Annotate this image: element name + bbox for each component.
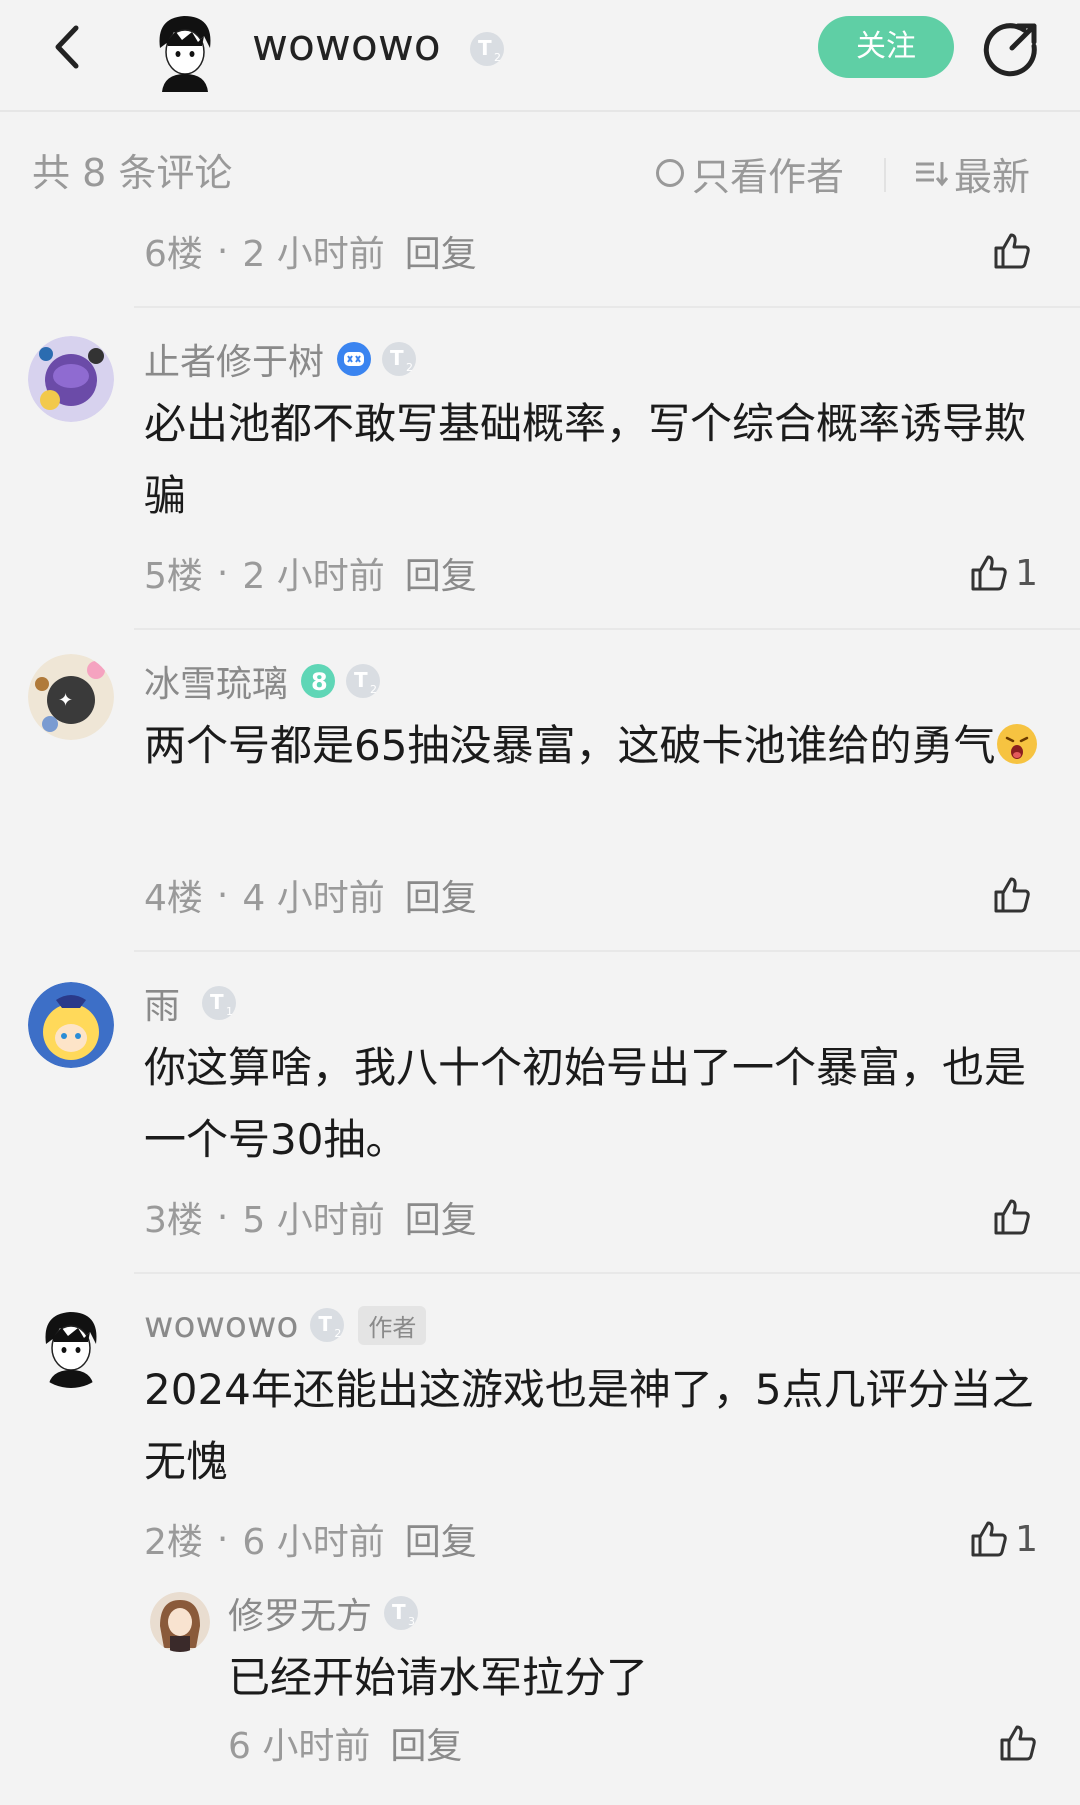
comment-meta: 5楼 · 2 小时前 回复	[144, 548, 477, 598]
comment-text: 必出池都不敢写基础概率，写个综合概率诱导欺骗	[144, 399, 1027, 520]
reply-button[interactable]: 回复	[405, 1191, 477, 1243]
comment-item: 雨 1 你这算啥，我八十个初始号出了一个暴富，也是一个号30抽。 3楼 · 5 …	[0, 966, 1080, 1272]
comment-user: 雨 1	[144, 978, 246, 1028]
comment-username[interactable]: 止者修于树	[144, 333, 324, 385]
author-only-label[interactable]: 只看作者	[692, 146, 844, 201]
back-arrow-icon[interactable]	[44, 22, 94, 72]
comment-time: 6 小时前	[242, 1522, 385, 1563]
comment-meta: 2楼 · 6 小时前 回复	[144, 1514, 477, 1564]
reply-button[interactable]: 回复	[405, 547, 477, 599]
comment-username[interactable]: 雨	[144, 977, 180, 1029]
thumbs-up-icon[interactable]	[969, 553, 1009, 593]
level-badge-icon: 2	[310, 1308, 345, 1342]
avatar[interactable]	[28, 982, 114, 1068]
comment-item: 止者修于树 2 必出池都不敢写基础概率，写个综合概率诱导欺骗 5楼 · 2 小时…	[0, 322, 1080, 628]
floor-number: 6楼	[144, 234, 203, 275]
level-badge-icon: 2	[346, 664, 381, 698]
comment-meta: 3楼 · 5 小时前 回复	[144, 1192, 477, 1242]
floor-number: 3楼	[144, 1200, 203, 1241]
thumbs-up-icon[interactable]	[992, 231, 1032, 271]
floor-number: 5楼	[144, 556, 203, 597]
divider	[884, 158, 886, 192]
sort-icon[interactable]	[914, 158, 948, 188]
comment-meta: 6楼 · 2 小时前 回复	[144, 226, 477, 276]
thumbs-up-icon[interactable]	[969, 1519, 1009, 1559]
reply-button[interactable]: 回复	[390, 1717, 462, 1769]
divider	[134, 1272, 1080, 1274]
meta-separator: ·	[216, 1196, 229, 1238]
comment-user: 冰雪琉璃 8 2	[144, 656, 390, 706]
top-bar: wowowo 2 关注	[0, 0, 1080, 112]
reply-time: 6 小时前	[228, 1726, 371, 1767]
avatar[interactable]: ✦	[28, 654, 114, 740]
reply-meta: 6 小时前 回复	[228, 1718, 462, 1768]
reply-button[interactable]: 回复	[405, 225, 477, 277]
floor-number: 4楼	[144, 878, 203, 919]
comment-item: wowowo 2 作者 2024年还能出这游戏也是神了，5点几评分当之无愧 2楼…	[0, 1288, 1080, 1788]
meta-separator: ·	[216, 874, 229, 916]
comment-count: 共 8 条评论	[32, 151, 233, 195]
meta-separator: ·	[216, 552, 229, 594]
meta-separator: ·	[216, 230, 229, 272]
comment-username[interactable]: 冰雪琉璃	[144, 655, 288, 707]
comment-item: 6楼 · 2 小时前 回复	[0, 226, 1080, 306]
author-tag: 作者	[358, 1305, 427, 1345]
author-only-toggle[interactable]: 只看作者	[656, 150, 844, 199]
like-button[interactable]: 1	[969, 548, 1038, 598]
thumbs-up-icon[interactable]	[992, 1197, 1032, 1237]
divider	[134, 306, 1080, 308]
avatar[interactable]	[28, 336, 114, 422]
comment-username[interactable]: wowowo	[144, 1305, 298, 1346]
avatar[interactable]	[150, 1592, 210, 1652]
like-button[interactable]	[998, 1718, 1038, 1768]
comment-time: 2 小时前	[242, 234, 385, 275]
level-8-badge-icon: 8	[301, 664, 336, 698]
svg-text:✦: ✦	[58, 690, 73, 711]
comment-user: wowowo 2 作者	[144, 1300, 427, 1350]
thumbs-up-icon[interactable]	[992, 875, 1032, 915]
svg-text:8: 8	[311, 668, 328, 696]
avatar[interactable]	[142, 6, 228, 92]
dizzy-face-emoji	[997, 724, 1038, 764]
sort-label[interactable]: 最新	[954, 146, 1030, 201]
avatar[interactable]	[28, 1302, 114, 1388]
like-count: 1	[1015, 1518, 1038, 1560]
like-button[interactable]: 1	[969, 1514, 1038, 1564]
level-badge-icon: 1	[202, 986, 237, 1020]
share-icon[interactable]	[982, 20, 1040, 78]
divider	[134, 950, 1080, 952]
verified-badge-icon	[337, 342, 372, 376]
comment-text: 2024年还能出这游戏也是神了，5点几评分当之无愧	[144, 1365, 1034, 1486]
header-username[interactable]: wowowo	[252, 18, 441, 74]
meta-separator: ·	[216, 1518, 229, 1560]
thumbs-up-icon[interactable]	[998, 1723, 1038, 1763]
reply-button[interactable]: 回复	[405, 1513, 477, 1565]
comment-text: 你这算啥，我八十个初始号出了一个暴富，也是一个号30抽。	[144, 1043, 1027, 1164]
reply-user: 修罗无方 3	[228, 1588, 428, 1638]
like-button[interactable]	[992, 870, 1038, 920]
like-count: 1	[1015, 552, 1038, 594]
floor-number: 2楼	[144, 1522, 203, 1563]
reply-username[interactable]: 修罗无方	[228, 1587, 372, 1639]
like-button[interactable]	[992, 1192, 1038, 1242]
level-badge-icon: 2	[470, 32, 504, 66]
comment-filter-bar: 共 8 条评论 只看作者 最新	[0, 112, 1080, 232]
reply-button[interactable]: 回复	[405, 869, 477, 921]
follow-button[interactable]: 关注	[818, 16, 954, 78]
comment-item: ✦ 冰雪琉璃 8 2 两个号都是65抽没暴富，这破卡池谁给的勇气 4楼 · 4 …	[0, 644, 1080, 950]
level-badge-icon: 3	[384, 1596, 419, 1630]
comment-time: 5 小时前	[242, 1200, 385, 1241]
like-button[interactable]	[992, 226, 1038, 276]
sort-button[interactable]: 最新	[914, 150, 1030, 199]
comment-time: 2 小时前	[242, 556, 385, 597]
comment-user: 止者修于树 2	[144, 334, 426, 384]
comment-text: 两个号都是65抽没暴富，这破卡池谁给的勇气	[144, 710, 1044, 782]
radio-circle-icon[interactable]	[656, 159, 684, 187]
comment-meta: 4楼 · 4 小时前 回复	[144, 870, 477, 920]
comment-time: 4 小时前	[242, 878, 385, 919]
comment-text-content: 两个号都是65抽没暴富，这破卡池谁给的勇气	[144, 721, 996, 770]
reply-text: 已经开始请水军拉分了	[228, 1653, 649, 1702]
level-badge-icon: 2	[382, 342, 417, 376]
divider	[134, 628, 1080, 630]
